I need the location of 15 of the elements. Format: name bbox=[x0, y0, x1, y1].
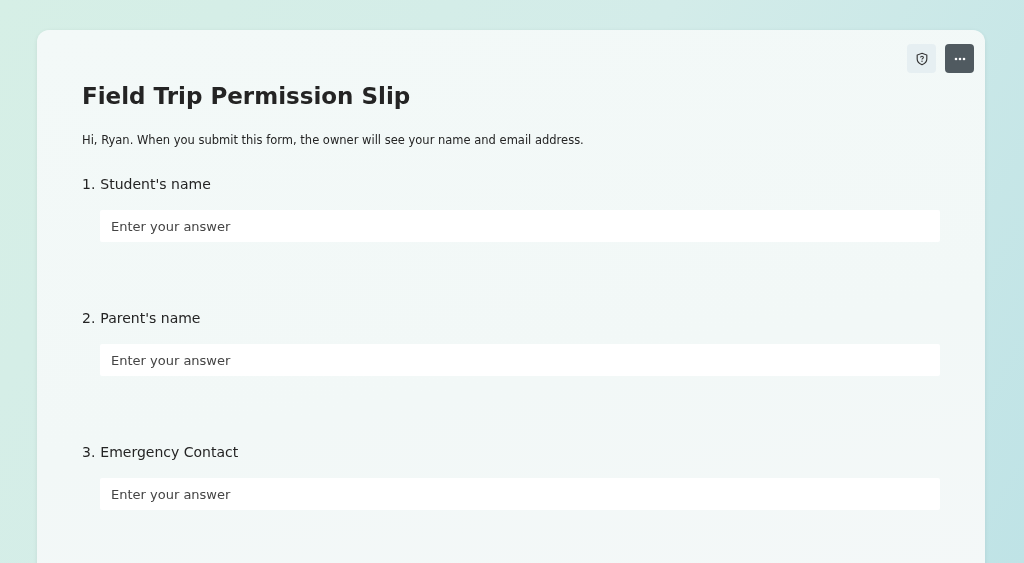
question-label: Student's name bbox=[100, 175, 211, 194]
answer-field[interactable]: Enter your answer bbox=[100, 478, 940, 510]
form-title: Field Trip Permission Slip bbox=[82, 82, 412, 111]
question-label: Emergency Contact bbox=[100, 443, 239, 462]
shield-help-icon bbox=[914, 51, 929, 66]
shield-help-button[interactable] bbox=[907, 44, 936, 73]
question-number: 3. bbox=[82, 443, 96, 462]
privacy-notice: Hi, Ryan. When you submit this form, the owner will see your name and email address. bbox=[82, 132, 585, 148]
more-options-button[interactable] bbox=[945, 44, 974, 73]
ellipsis-icon bbox=[953, 56, 966, 61]
question-number: 1. bbox=[82, 175, 96, 194]
answer-field[interactable]: Enter your answer bbox=[100, 210, 940, 242]
question-number: 2. bbox=[82, 309, 96, 328]
question-label: Parent's name bbox=[100, 309, 201, 328]
answer-field[interactable]: Enter your answer bbox=[100, 344, 940, 376]
